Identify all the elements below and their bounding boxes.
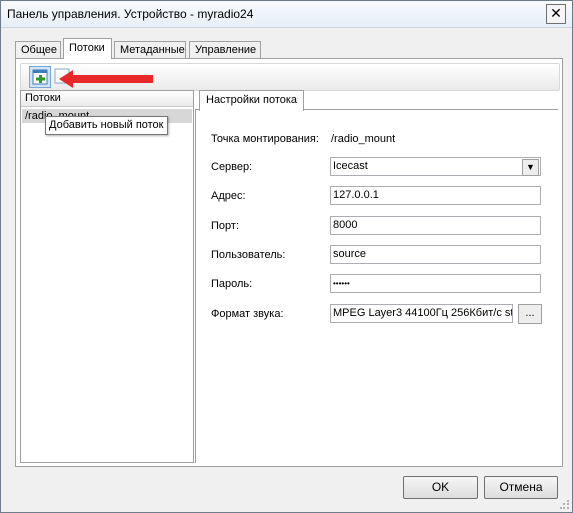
add-stream-icon <box>32 69 48 85</box>
user-field[interactable]: source <box>330 245 541 264</box>
password-label: Пароль: <box>211 278 253 290</box>
server-select-value: Icecast <box>333 160 368 172</box>
title-bar: Панель управления. Устройство - myradio2… <box>1 1 572 28</box>
window-title: Панель управления. Устройство - myradio2… <box>7 7 254 21</box>
resize-grip-icon[interactable] <box>560 500 570 510</box>
tab-stream-settings[interactable]: Настройки потока <box>199 90 305 111</box>
port-field[interactable]: 8000 <box>330 216 541 235</box>
format-label: Формат звука: <box>211 308 284 320</box>
close-button[interactable]: ✕ <box>546 4 566 24</box>
mount-label: Точка монтирования: <box>211 133 319 145</box>
stream-list: Потоки /radio_mount <box>20 90 194 463</box>
red-arrow-pointer <box>59 70 153 88</box>
stream-settings-body: Точка монтирования: /radio_mount Сервер:… <box>195 109 558 463</box>
chevron-down-icon[interactable]: ▼ <box>522 159 539 176</box>
add-stream-button[interactable] <box>29 66 51 88</box>
format-field[interactable]: MPEG Layer3 44100Гц 256Кбит/с st <box>330 304 513 323</box>
address-field[interactable]: 127.0.0.1 <box>330 186 541 205</box>
tab-control[interactable]: Управление <box>189 41 261 58</box>
address-label: Адрес: <box>211 190 246 202</box>
cancel-button[interactable]: Отмена <box>484 476 558 499</box>
tab-general[interactable]: Общее <box>15 41 61 58</box>
password-field[interactable]: •••••• <box>330 274 541 293</box>
format-browse-button[interactable]: ... <box>518 304 542 324</box>
ok-button[interactable]: OK <box>403 476 478 499</box>
dialog-window: Панель управления. Устройство - myradio2… <box>0 0 573 513</box>
stream-settings-panel: Настройки потока Точка монтирования: /ra… <box>195 90 558 463</box>
server-select[interactable]: Icecast ▼ <box>330 157 541 176</box>
port-label: Порт: <box>211 220 239 232</box>
server-label: Сервер: <box>211 161 253 173</box>
mount-value: /radio_mount <box>331 133 396 145</box>
add-stream-tooltip: Добавить новый поток <box>45 116 168 135</box>
tab-metadata[interactable]: Метаданные <box>114 41 186 58</box>
streams-toolbar <box>20 63 560 91</box>
user-label: Пользователь: <box>211 249 286 261</box>
tab-streams[interactable]: Потоки <box>63 38 112 59</box>
stream-list-header: Потоки <box>21 91 193 107</box>
